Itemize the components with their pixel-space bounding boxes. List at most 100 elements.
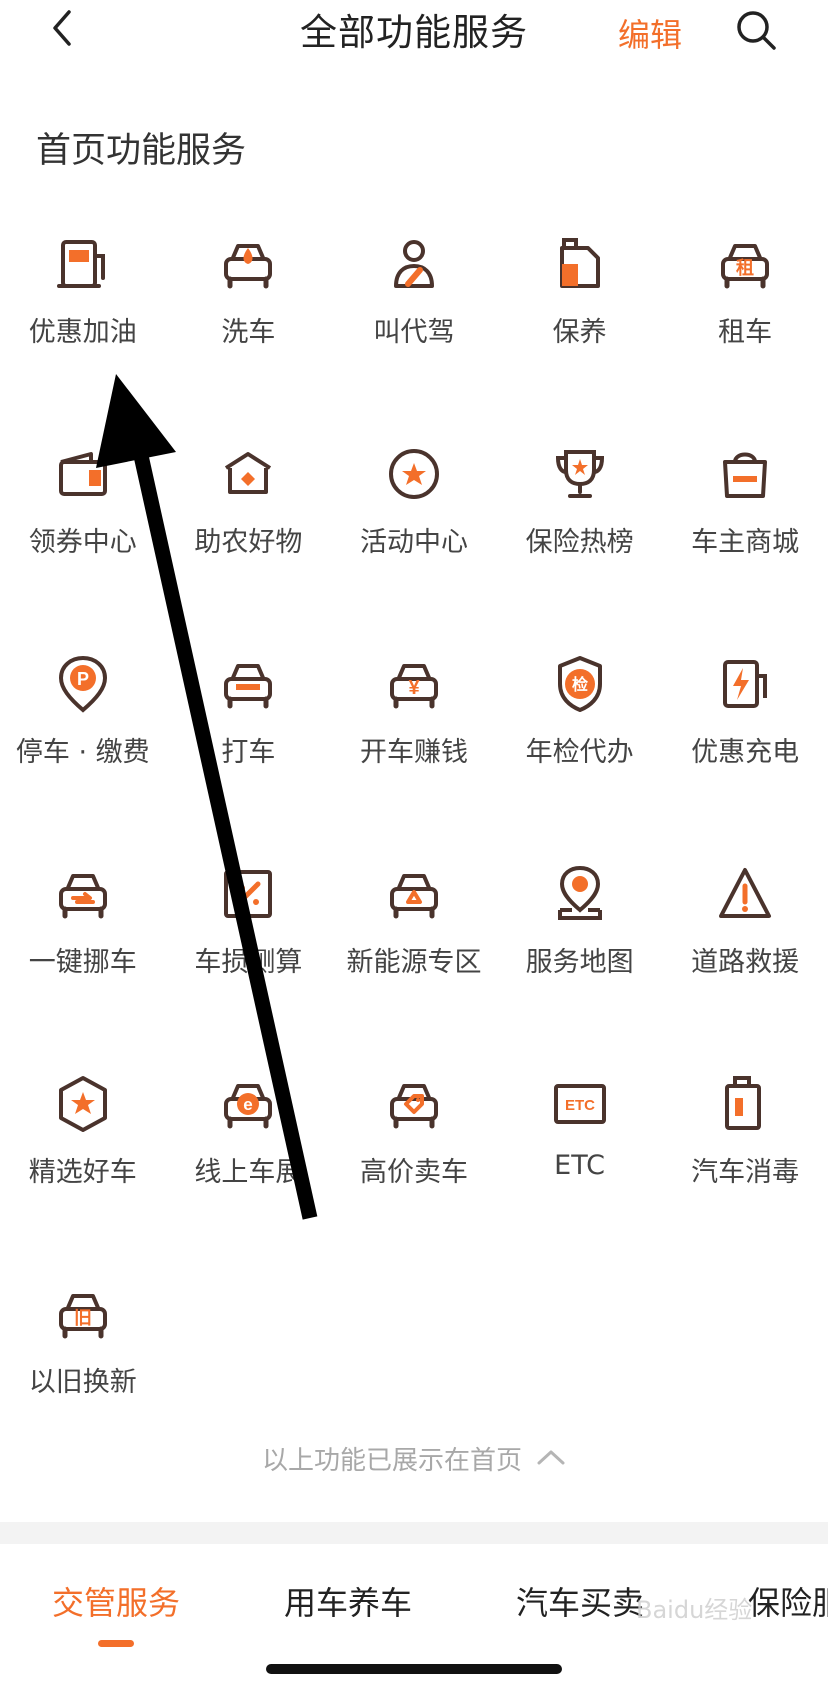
service-row: 领券中心 助农好物 活动中心 保险热榜 车主商城 [0, 416, 828, 626]
service-item-label: 洗车 [221, 317, 276, 348]
service-item-label: 以旧换新 [28, 1367, 137, 1398]
service-item-label: 助农好物 [194, 527, 303, 558]
service-row: 精选好车 e 线上车展 高价卖车 ETC ETC 汽车消毒 [0, 1046, 828, 1256]
service-item[interactable]: 租租车 [662, 206, 828, 416]
service-item[interactable]: ¥ 开车赚钱 [331, 626, 497, 836]
empty-cell [662, 1256, 828, 1466]
service-item-label: 精选好车 [28, 1157, 137, 1188]
service-item-label: 打车 [221, 737, 276, 768]
service-item[interactable]: 领券中心 [0, 416, 166, 626]
car-wash-icon [218, 234, 278, 294]
tab-traffic-services[interactable]: 交管服务 [52, 1578, 180, 1624]
svg-text:检: 检 [572, 675, 588, 694]
price-tag-car-icon [384, 1074, 444, 1134]
service-item-label: 活动中心 [359, 527, 468, 558]
home-indicator[interactable] [266, 1664, 562, 1674]
shopping-bag-icon [715, 444, 775, 504]
damage-estimate-icon [218, 864, 278, 924]
farm-goods-icon [218, 444, 278, 504]
top-nav-bar: 全部功能服务 编辑 [0, 0, 828, 60]
service-item-label: 停车 · 缴费 [15, 737, 150, 768]
svg-text:ETC: ETC [565, 1097, 595, 1114]
service-item[interactable]: 道路救援 [662, 836, 828, 1046]
service-item[interactable]: 洗车 [166, 206, 332, 416]
chevron-up-icon [536, 1447, 566, 1471]
map-pin-icon [550, 864, 610, 924]
service-item-label: 优惠加油 [28, 317, 137, 348]
service-item-label: 保养 [552, 317, 607, 348]
rental-car-icon: 租 [715, 234, 775, 294]
service-row: P 停车 · 缴费 打车 ¥ 开车赚钱检年检代办 优惠充电 [0, 626, 828, 836]
service-item-label: 年检代办 [525, 737, 634, 768]
service-item-label: 线上车展 [194, 1157, 303, 1188]
service-item[interactable]: e 线上车展 [166, 1046, 332, 1256]
charging-station-icon [715, 654, 775, 714]
svg-text:租: 租 [736, 257, 754, 278]
service-item-label: ETC [554, 1150, 605, 1181]
online-auto-show-icon: e [218, 1074, 278, 1134]
edit-button[interactable]: 编辑 [618, 10, 682, 56]
active-tab-indicator [98, 1640, 134, 1647]
service-item[interactable]: 精选好车 [0, 1046, 166, 1256]
service-item-label: 新能源专区 [346, 947, 482, 978]
service-row: 优惠加油 洗车 叫代驾 保养 租租车 [0, 206, 828, 416]
inspection-shield-icon: 检 [550, 654, 610, 714]
star-circle-icon [384, 444, 444, 504]
service-item[interactable]: 检年检代办 [497, 626, 663, 836]
home-note-text: 以上功能已展示在首页 [261, 1446, 522, 1476]
service-item[interactable]: 活动中心 [331, 416, 497, 626]
service-item[interactable]: ETC ETC [497, 1046, 663, 1256]
service-item[interactable]: 保养 [497, 206, 663, 416]
service-item[interactable]: 服务地图 [497, 836, 663, 1046]
service-item-label: 领券中心 [28, 527, 137, 558]
taxi-icon [218, 654, 278, 714]
section-title: 首页功能服务 [36, 131, 247, 171]
service-grid: 优惠加油 洗车 叫代驾 保养 租租车领券中心 助农好物 活动中心 保险热榜 车主商城 P 停车 … [0, 206, 828, 1466]
search-button[interactable] [728, 4, 784, 60]
new-energy-car-icon [384, 864, 444, 924]
tab-car-trade[interactable]: 汽车买卖 [516, 1578, 644, 1624]
service-item[interactable]: P 停车 · 缴费 [0, 626, 166, 836]
service-item-label: 车损测算 [194, 947, 303, 978]
service-item[interactable]: 优惠加油 [0, 206, 166, 416]
tab-insurance[interactable]: 保险服 [748, 1578, 828, 1624]
move-car-icon [53, 864, 113, 924]
empty-cell [497, 1256, 663, 1466]
coupon-wallet-icon [53, 444, 113, 504]
service-item[interactable]: 高价卖车 [331, 1046, 497, 1256]
back-button[interactable] [36, 4, 88, 56]
service-item-label: 一键挪车 [28, 947, 137, 978]
svg-text:P: P [77, 669, 89, 689]
svg-text:旧: 旧 [74, 1308, 92, 1328]
disinfect-bottle-icon [715, 1074, 775, 1134]
service-item-label: 优惠充电 [691, 737, 800, 768]
service-item[interactable]: 车主商城 [662, 416, 828, 626]
service-item[interactable]: 新能源专区 [331, 836, 497, 1046]
service-item-label: 租车 [718, 317, 773, 348]
service-item[interactable]: 一键挪车 [0, 836, 166, 1046]
service-item-label: 服务地图 [525, 947, 634, 978]
service-item[interactable]: 打车 [166, 626, 332, 836]
earn-money-car-icon: ¥ [384, 654, 444, 714]
search-icon [734, 8, 778, 56]
tab-car-maintenance[interactable]: 用车养车 [284, 1578, 412, 1624]
chauffeur-icon [384, 234, 444, 294]
fuel-pump-icon [53, 234, 113, 294]
service-item[interactable]: 优惠充电 [662, 626, 828, 836]
page-title: 全部功能服务 [300, 11, 528, 54]
service-item[interactable]: 旧以旧换新 [0, 1256, 166, 1466]
service-item[interactable]: 保险热榜 [497, 416, 663, 626]
empty-cell [166, 1256, 332, 1466]
chevron-left-icon [47, 8, 77, 52]
service-item-label: 车主商城 [691, 527, 800, 558]
service-item-label: 开车赚钱 [359, 737, 468, 768]
service-item[interactable]: 汽车消毒 [662, 1046, 828, 1256]
warning-triangle-icon [715, 864, 775, 924]
section-divider [0, 1522, 828, 1544]
service-item-label: 道路救援 [691, 947, 800, 978]
oil-can-icon [550, 234, 610, 294]
service-item[interactable]: 车损测算 [166, 836, 332, 1046]
service-item[interactable]: 叫代驾 [331, 206, 497, 416]
home-note[interactable]: 以上功能已展示在首页 [0, 1440, 828, 1477]
service-item[interactable]: 助农好物 [166, 416, 332, 626]
